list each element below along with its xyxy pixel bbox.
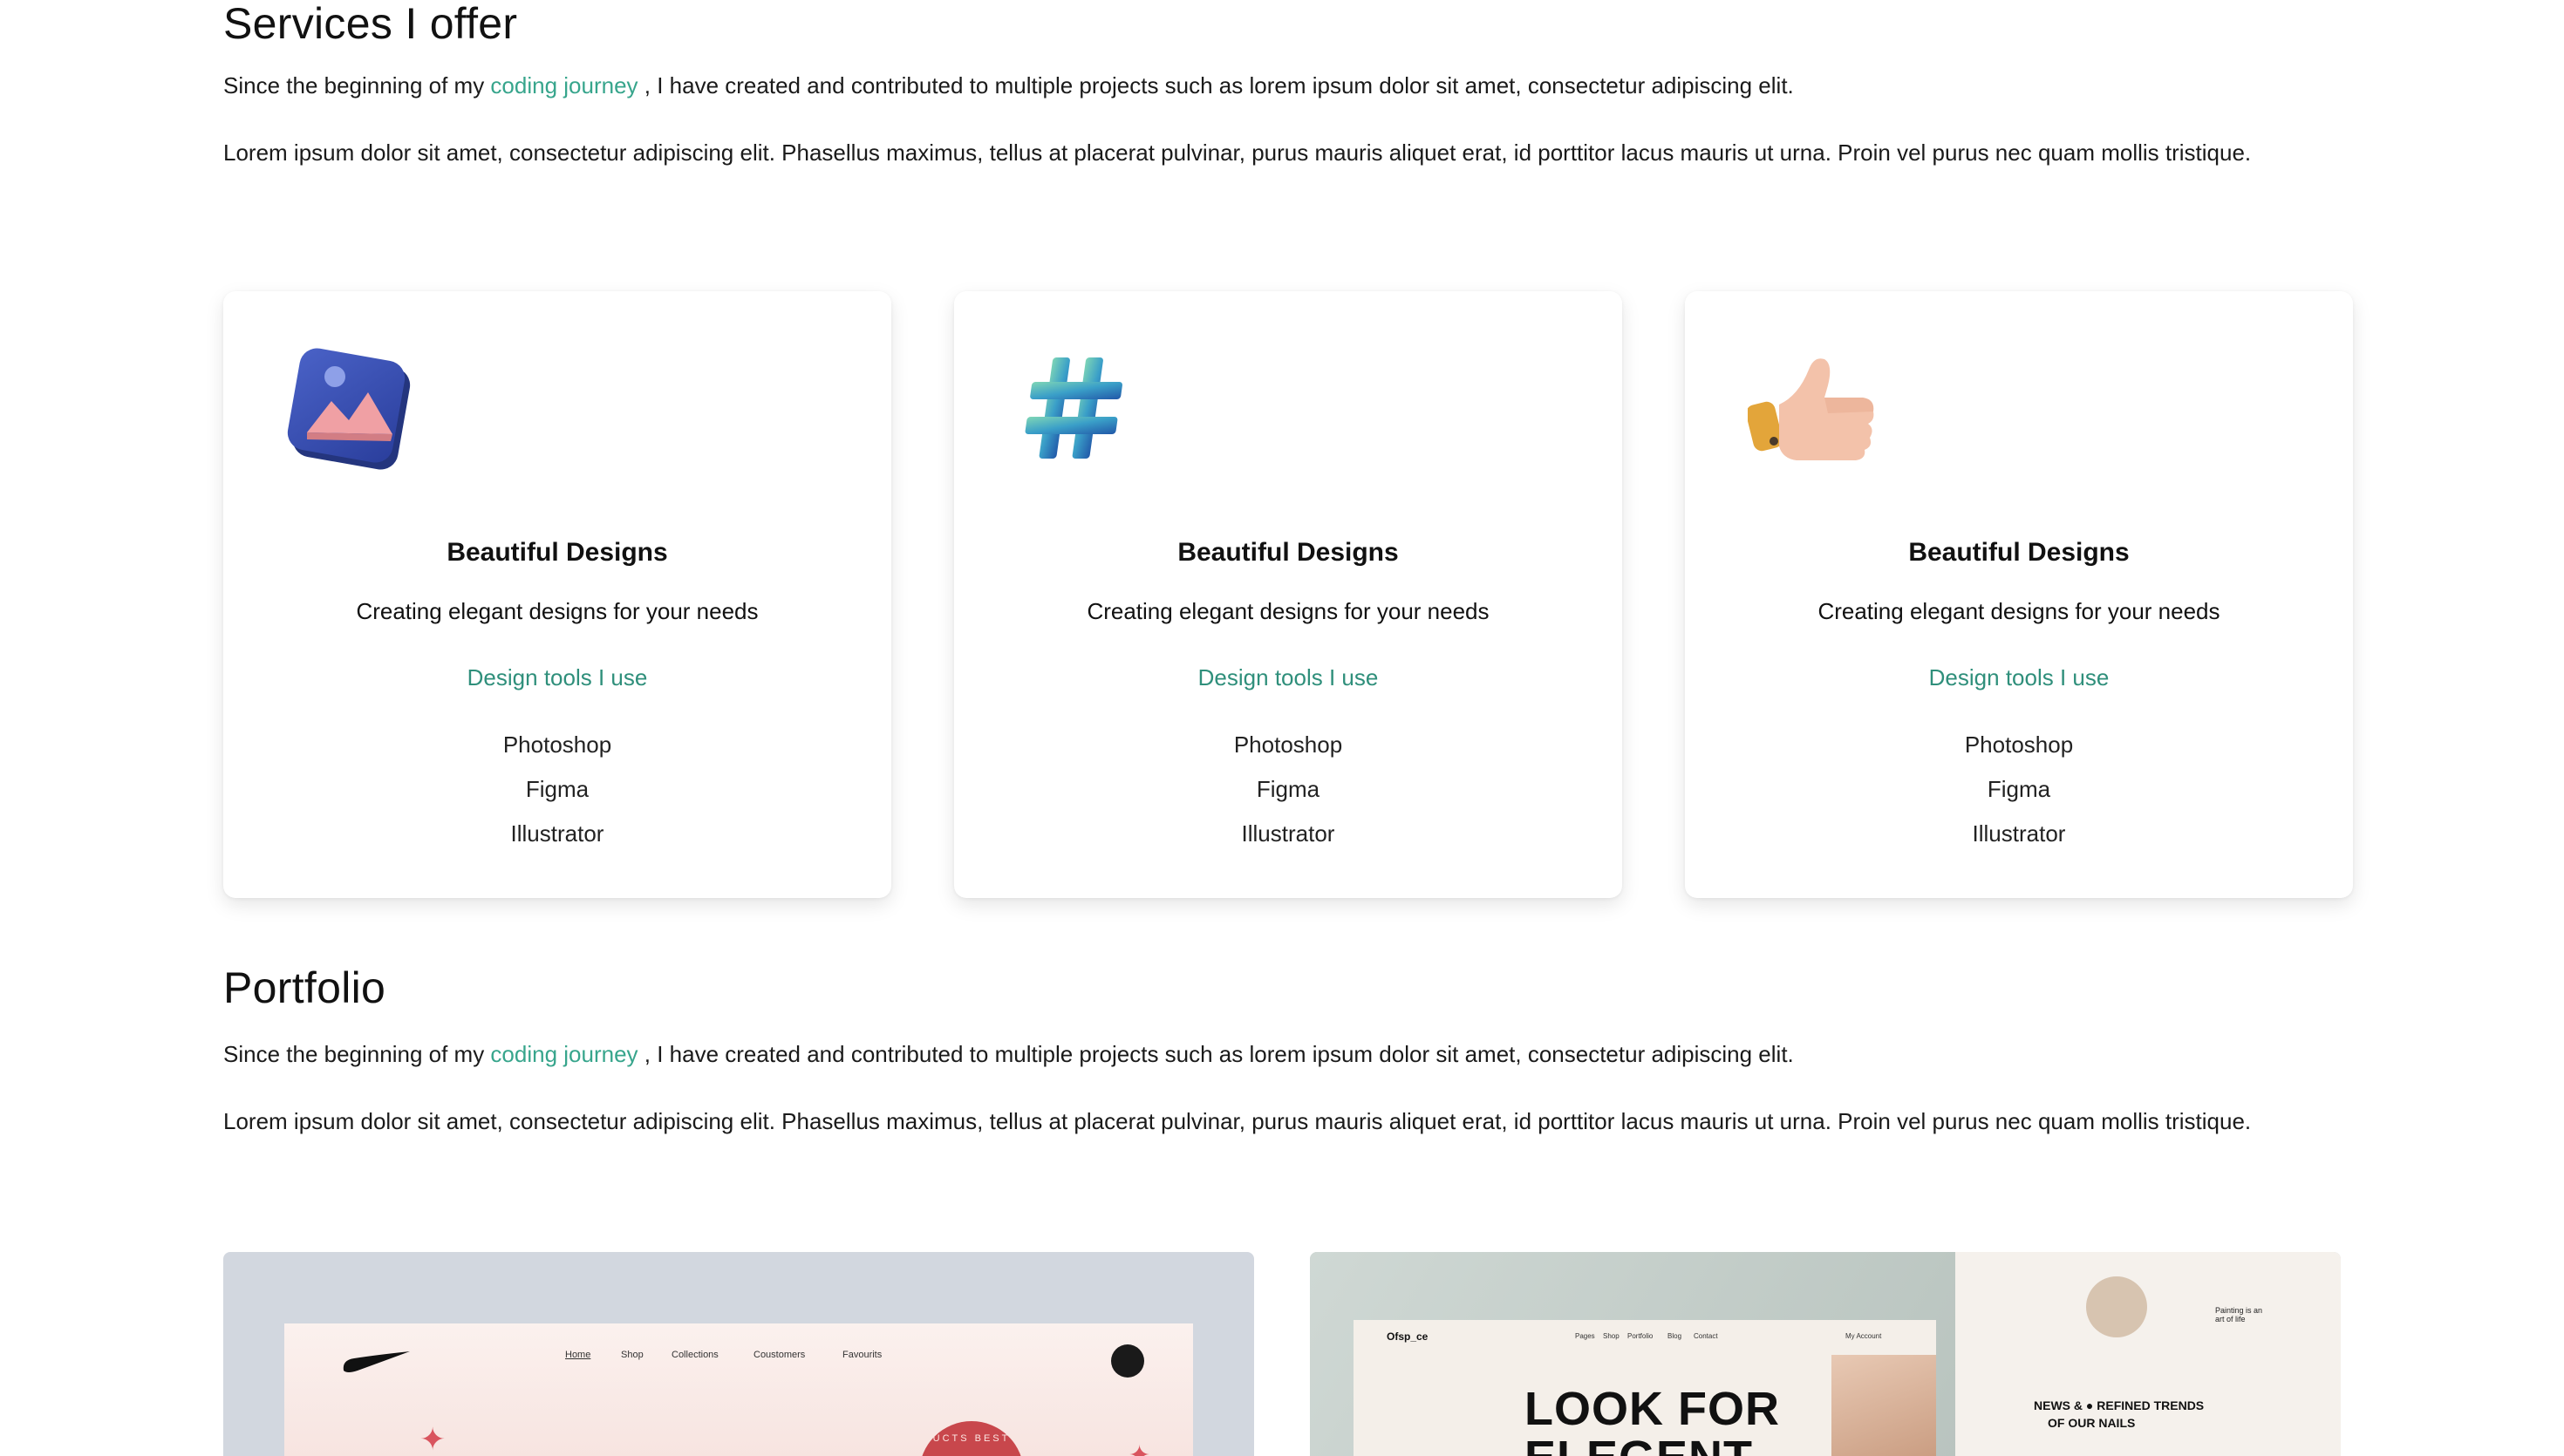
project-side-panel: Painting is an art of life NEWS & ● REFI… <box>1955 1252 2341 1456</box>
design-tools-heading: Design tools I use <box>467 664 648 691</box>
service-card-2: Beautiful Designs Creating elegant desig… <box>954 291 1622 898</box>
portfolio-lorem: Lorem ipsum dolor sit amet, consectetur … <box>223 1108 2252 1134</box>
tool-item: Photoshop <box>1964 731 2074 758</box>
nav-home[interactable]: Home <box>565 1350 590 1360</box>
service-card-title: Beautiful Designs <box>1908 538 2130 567</box>
cart-icon[interactable] <box>1111 1344 1144 1378</box>
portfolio-section: Portfolio Since the beginning of my codi… <box>223 959 2341 1456</box>
tool-item: Illustrator <box>1972 820 2066 847</box>
hashtag-icon <box>1017 344 1148 474</box>
hero-headline: LOOK FOR ELEGENT <box>1524 1383 1780 1456</box>
tool-item: Photoshop <box>502 731 612 758</box>
tool-item: Photoshop <box>1233 731 1343 758</box>
service-card-3: Beautiful Designs Creating elegant desig… <box>1685 291 2353 898</box>
portfolio-project-1[interactable]: Home Shop Collections Coustomers Favouri… <box>223 1252 1254 1456</box>
service-card-subtitle: Creating elegant designs for your needs <box>356 598 759 624</box>
coding-journey-link[interactable]: coding journey <box>490 1041 638 1067</box>
thumbs-up-icon <box>1746 344 1879 474</box>
tool-item: Figma <box>1987 776 2051 802</box>
nail-badge <box>2086 1276 2147 1337</box>
service-card-title: Beautiful Designs <box>447 538 668 567</box>
nav-shop[interactable]: Shop <box>621 1350 644 1360</box>
product-badge: UCTS BEST <box>919 1421 1024 1456</box>
nav-collections[interactable]: Collections <box>672 1350 719 1360</box>
portfolio-title: Portfolio <box>223 963 386 1012</box>
coding-journey-link[interactable]: coding journey <box>490 72 638 99</box>
page: Services I offer Since the beginning of … <box>0 0 2564 1456</box>
tools-list: Photoshop Figma Illustrator <box>954 723 1622 856</box>
sparkle-icon: ✦ <box>1129 1441 1151 1456</box>
project-screenshot: Home Shop Collections Coustomers Favouri… <box>284 1323 1193 1456</box>
services-intro: Since the beginning of my coding journey… <box>223 72 1794 99</box>
service-card-1: Beautiful Designs Creating elegant desig… <box>223 291 891 898</box>
tool-item: Illustrator <box>510 820 604 847</box>
project-screenshot: Ofsp_ce Pages Shop Portfolio Blog Contac… <box>1354 1320 1936 1456</box>
design-tools-heading: Design tools I use <box>1928 664 2110 691</box>
portfolio-intro: Since the beginning of my coding journey… <box>223 1041 1794 1067</box>
service-card-subtitle: Creating elegant designs for your needs <box>1817 598 2220 624</box>
nav-customers[interactable]: Coustomers <box>754 1350 805 1360</box>
tools-list: Photoshop Figma Illustrator <box>1685 723 2353 856</box>
nike-logo-icon <box>343 1351 410 1372</box>
news-heading: NEWS & ● REFINED TRENDS <box>2034 1398 2205 1412</box>
hand-image <box>1831 1355 1936 1456</box>
service-card-title: Beautiful Designs <box>1177 538 1399 567</box>
tool-item: Illustrator <box>1241 820 1335 847</box>
image-icon <box>286 344 417 474</box>
services-lorem: Lorem ipsum dolor sit amet, consectetur … <box>223 139 2252 166</box>
tools-list: Photoshop Figma Illustrator <box>223 723 891 856</box>
services-title: Services I offer <box>223 0 518 48</box>
tool-item: Figma <box>1256 776 1320 802</box>
design-tools-heading: Design tools I use <box>1197 664 1379 691</box>
service-card-subtitle: Creating elegant designs for your needs <box>1087 598 1490 624</box>
portfolio-project-2[interactable]: Ofsp_ce Pages Shop Portfolio Blog Contac… <box>1310 1252 2341 1456</box>
sparkle-icon: ✦ <box>419 1421 447 1456</box>
tool-item: Figma <box>525 776 590 802</box>
nav-favourites[interactable]: Favourits <box>842 1350 882 1360</box>
